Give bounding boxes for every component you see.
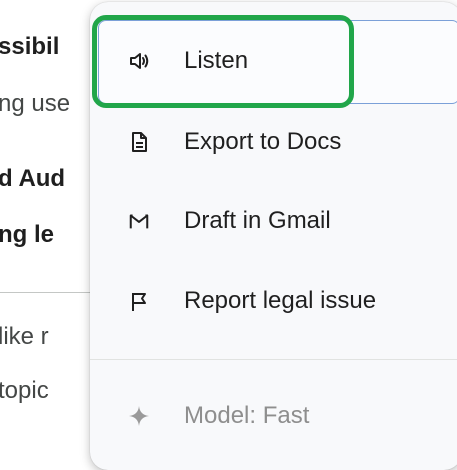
sparkle-icon bbox=[128, 405, 150, 427]
menu-divider bbox=[90, 359, 457, 360]
bg-text-line: topic bbox=[0, 377, 49, 404]
document-icon bbox=[128, 131, 150, 153]
bg-text-line: like r bbox=[0, 323, 49, 350]
menu-item-report-legal[interactable]: Report legal issue bbox=[90, 271, 457, 331]
flag-icon bbox=[128, 290, 150, 312]
bg-text-line: ssibil bbox=[0, 33, 60, 60]
menu-item-model: Model: Fast bbox=[90, 386, 457, 446]
speaker-icon bbox=[128, 50, 150, 72]
bg-text-line: ng le bbox=[0, 221, 55, 248]
menu-item-label: Report legal issue bbox=[184, 287, 377, 314]
bg-text-line: ng use bbox=[0, 90, 71, 117]
menu-item-listen[interactable]: Listen bbox=[90, 31, 457, 91]
context-menu: Listen Export to Docs Draft in Gmail Rep… bbox=[90, 2, 457, 470]
gmail-icon bbox=[128, 210, 150, 232]
menu-item-label: Export to Docs bbox=[184, 128, 342, 155]
menu-item-label: Model: Fast bbox=[184, 402, 310, 429]
bg-text-line: d Aud bbox=[0, 165, 66, 192]
menu-item-label: Listen bbox=[184, 47, 249, 74]
menu-item-label: Draft in Gmail bbox=[184, 207, 331, 234]
menu-item-draft-gmail[interactable]: Draft in Gmail bbox=[90, 191, 457, 251]
bg-divider bbox=[0, 292, 100, 293]
menu-item-export-docs[interactable]: Export to Docs bbox=[90, 112, 457, 172]
